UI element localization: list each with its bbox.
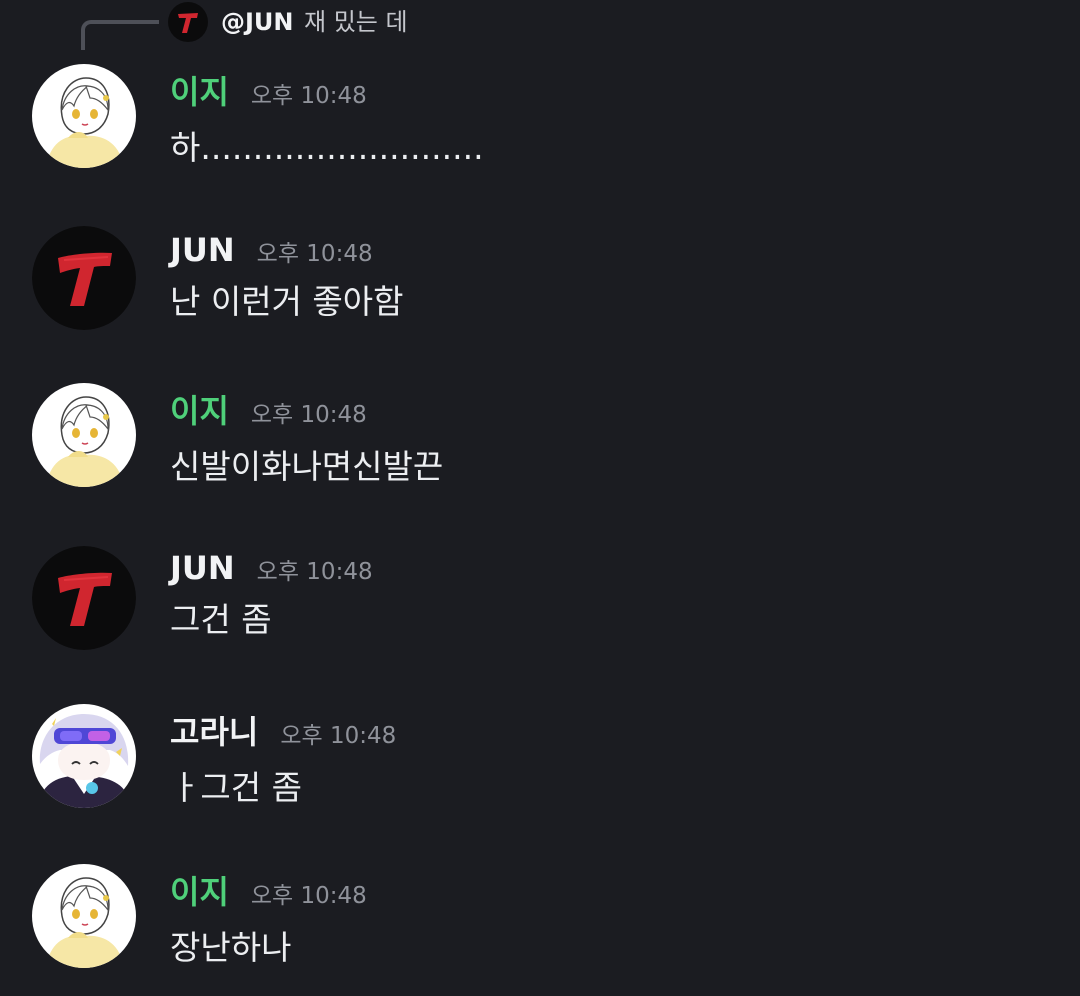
avatar[interactable]	[32, 546, 136, 650]
message-header: 이지 오후 10:48	[170, 389, 367, 433]
username[interactable]: JUN	[170, 228, 235, 272]
avatar[interactable]	[32, 704, 136, 808]
avatar[interactable]	[32, 864, 136, 968]
message-text: 그건 좀	[170, 600, 272, 639]
message[interactable]: JUN 오후 10:48 그건 좀	[0, 544, 1080, 664]
timestamp: 오후 10:48	[256, 559, 373, 585]
avatar[interactable]	[32, 383, 136, 487]
username[interactable]: 이지	[170, 70, 229, 114]
reply-avatar	[168, 2, 208, 42]
username[interactable]: 이지	[170, 389, 229, 433]
message[interactable]: 이지 오후 10:48 하...........................	[0, 62, 1080, 182]
reply-author[interactable]: @JUN	[221, 6, 294, 38]
username[interactable]: 고라니	[170, 710, 258, 754]
message-text: 하...........................	[170, 128, 484, 167]
message-header: JUN 오후 10:48	[170, 546, 373, 590]
message[interactable]: 이지 오후 10:48 신발이화나면신발끈	[0, 381, 1080, 501]
message-text: 장난하나	[170, 928, 292, 967]
avatar[interactable]	[32, 226, 136, 330]
message-header: JUN 오후 10:48	[170, 228, 373, 272]
reply-text[interactable]: 재 밌는 데	[304, 6, 408, 38]
message-header: 이지 오후 10:48	[170, 870, 367, 914]
timestamp: 오후 10:48	[250, 883, 367, 909]
timestamp: 오후 10:48	[250, 402, 367, 428]
reply-reference[interactable]: @JUN 재 밌는 데	[0, 0, 1080, 50]
avatar[interactable]	[32, 64, 136, 168]
reply-spine	[81, 20, 159, 50]
timestamp: 오후 10:48	[250, 83, 367, 109]
message-text: ㅏ그건 좀	[170, 768, 302, 807]
message-header: 고라니 오후 10:48	[170, 710, 396, 754]
timestamp: 오후 10:48	[256, 241, 373, 267]
timestamp: 오후 10:48	[280, 723, 397, 749]
message[interactable]: JUN 오후 10:48 난 이런거 좋아함	[0, 224, 1080, 344]
message[interactable]: 이지 오후 10:48 장난하나	[0, 862, 1080, 982]
message[interactable]: 고라니 오후 10:48 ㅏ그건 좀	[0, 702, 1080, 822]
message-header: 이지 오후 10:48	[170, 70, 367, 114]
message-text: 신발이화나면신발끈	[170, 447, 444, 486]
message-text: 난 이런거 좋아함	[170, 282, 404, 321]
username[interactable]: 이지	[170, 870, 229, 914]
username[interactable]: JUN	[170, 546, 235, 590]
